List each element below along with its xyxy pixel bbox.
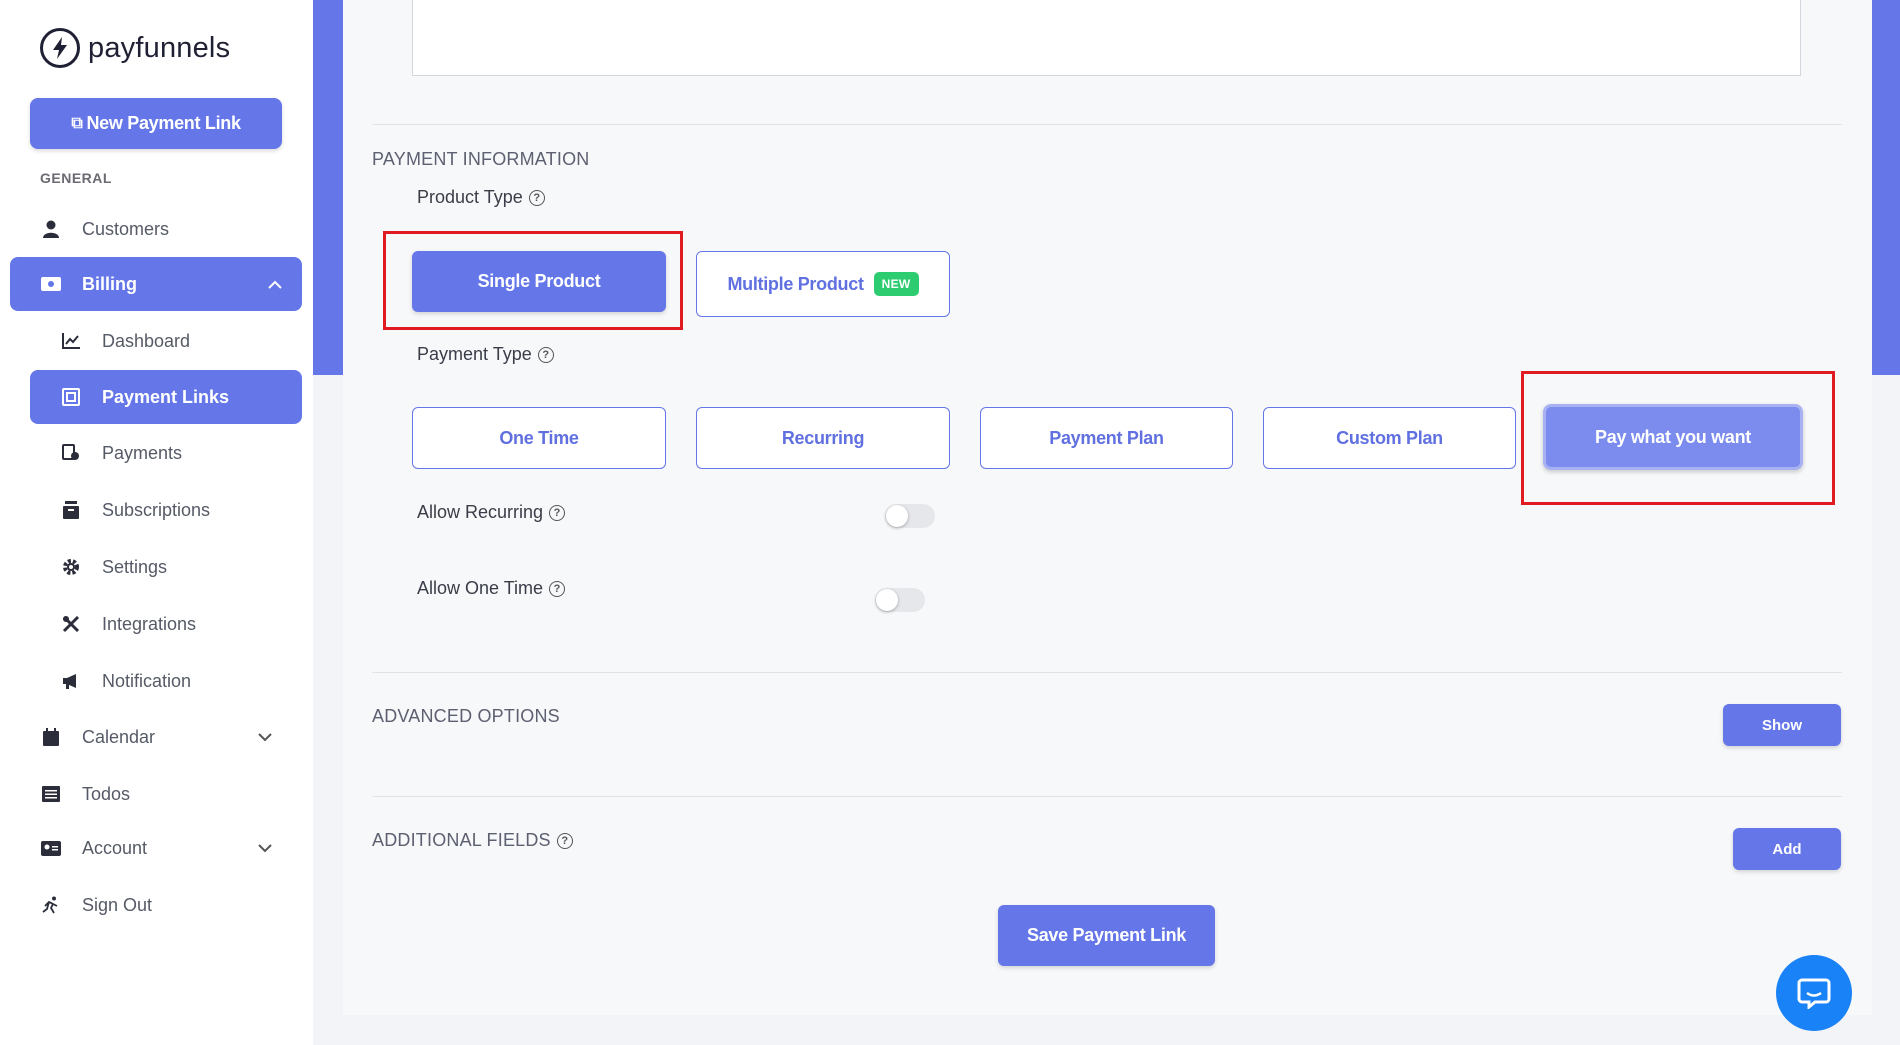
additional-fields-title: ADDITIONAL FIELDS ? [372,830,573,851]
tools-icon [60,615,82,633]
help-icon[interactable]: ? [528,189,545,206]
advanced-show-button[interactable]: Show [1723,704,1841,746]
product-type-label: Product Type ? [417,187,545,208]
chat-widget-button[interactable] [1776,955,1852,1031]
save-payment-link-button[interactable]: Save Payment Link [998,905,1215,966]
id-card-icon [40,840,62,856]
chevron-down-icon [258,729,272,745]
divider [372,672,1842,673]
sidebar-item-sign-out[interactable]: Sign Out [40,892,152,918]
brand-name: payfunnels [88,31,231,64]
payment-type-pay-what-you-want[interactable]: Pay what you want [1543,404,1803,470]
divider [372,124,1842,125]
money-icon [40,277,62,291]
new-payment-link-button[interactable]: ⧉ New Payment Link [30,98,282,149]
new-payment-link-label: New Payment Link [86,113,241,133]
toggle-knob [876,589,898,611]
chevron-up-icon [268,276,282,292]
toggle-knob [886,505,908,527]
chevron-down-icon [258,840,272,856]
new-badge: NEW [873,272,919,296]
brand-logo[interactable]: payfunnels [40,28,230,68]
help-icon[interactable]: ? [537,346,554,363]
allow-one-time-toggle[interactable] [875,588,925,612]
sidebar-item-account[interactable]: Account [40,835,292,861]
section-general-label: GENERAL [40,170,112,186]
payment-type-label: Payment Type ? [417,344,554,365]
megaphone-icon [60,673,82,689]
sidebar-item-calendar[interactable]: Calendar [40,724,292,750]
payment-information-title: PAYMENT INFORMATION [372,149,590,169]
sidebar-item-customers[interactable]: Customers [40,216,169,242]
lightning-icon [40,28,80,68]
single-product-button[interactable]: Single Product [412,251,666,312]
list-icon [40,786,62,802]
receipt-icon [60,444,82,462]
sidebar-item-dashboard[interactable]: Dashboard [60,328,190,354]
payment-type-recurring[interactable]: Recurring [696,407,950,469]
sidebar-item-payment-links[interactable]: Payment Links [30,370,302,424]
allow-recurring-toggle[interactable] [885,504,935,528]
running-icon [40,896,62,914]
help-icon[interactable]: ? [549,504,566,521]
sidebar-item-integrations[interactable]: Integrations [60,611,196,637]
chart-line-icon [60,333,82,349]
sidebar-item-subscriptions[interactable]: Subscriptions [60,497,210,523]
advanced-options-title: ADVANCED OPTIONS [372,706,560,726]
sidebar-item-payments[interactable]: Payments [60,440,182,466]
archive-icon [60,501,82,519]
allow-one-time-label: Allow One Time ? [417,578,566,599]
sidebar-item-settings[interactable]: Settings [60,554,167,580]
header-band-left [313,0,343,375]
sidebar: payfunnels ⧉ New Payment Link GENERAL Cu… [0,0,313,1045]
sidebar-item-notification[interactable]: Notification [60,668,191,694]
help-icon[interactable]: ? [556,832,573,849]
calendar-icon [40,728,62,746]
description-textarea[interactable] [412,0,1801,76]
copy-icon: ⧉ [71,114,83,132]
additional-add-button[interactable]: Add [1733,828,1841,870]
payment-type-custom-plan[interactable]: Custom Plan [1263,407,1516,469]
gear-icon [60,558,82,576]
user-icon [40,220,62,238]
sidebar-item-todos[interactable]: Todos [40,781,130,807]
payment-type-payment-plan[interactable]: Payment Plan [980,407,1233,469]
link-icon [60,388,82,406]
chat-icon [1797,978,1831,1009]
help-icon[interactable]: ? [549,580,566,597]
multiple-product-button[interactable]: Multiple Product NEW [696,251,950,317]
header-band-right [1872,0,1900,375]
payment-type-one-time[interactable]: One Time [412,407,666,469]
divider [372,796,1842,797]
allow-recurring-label: Allow Recurring ? [417,502,566,523]
sidebar-item-billing[interactable]: Billing [10,257,302,311]
